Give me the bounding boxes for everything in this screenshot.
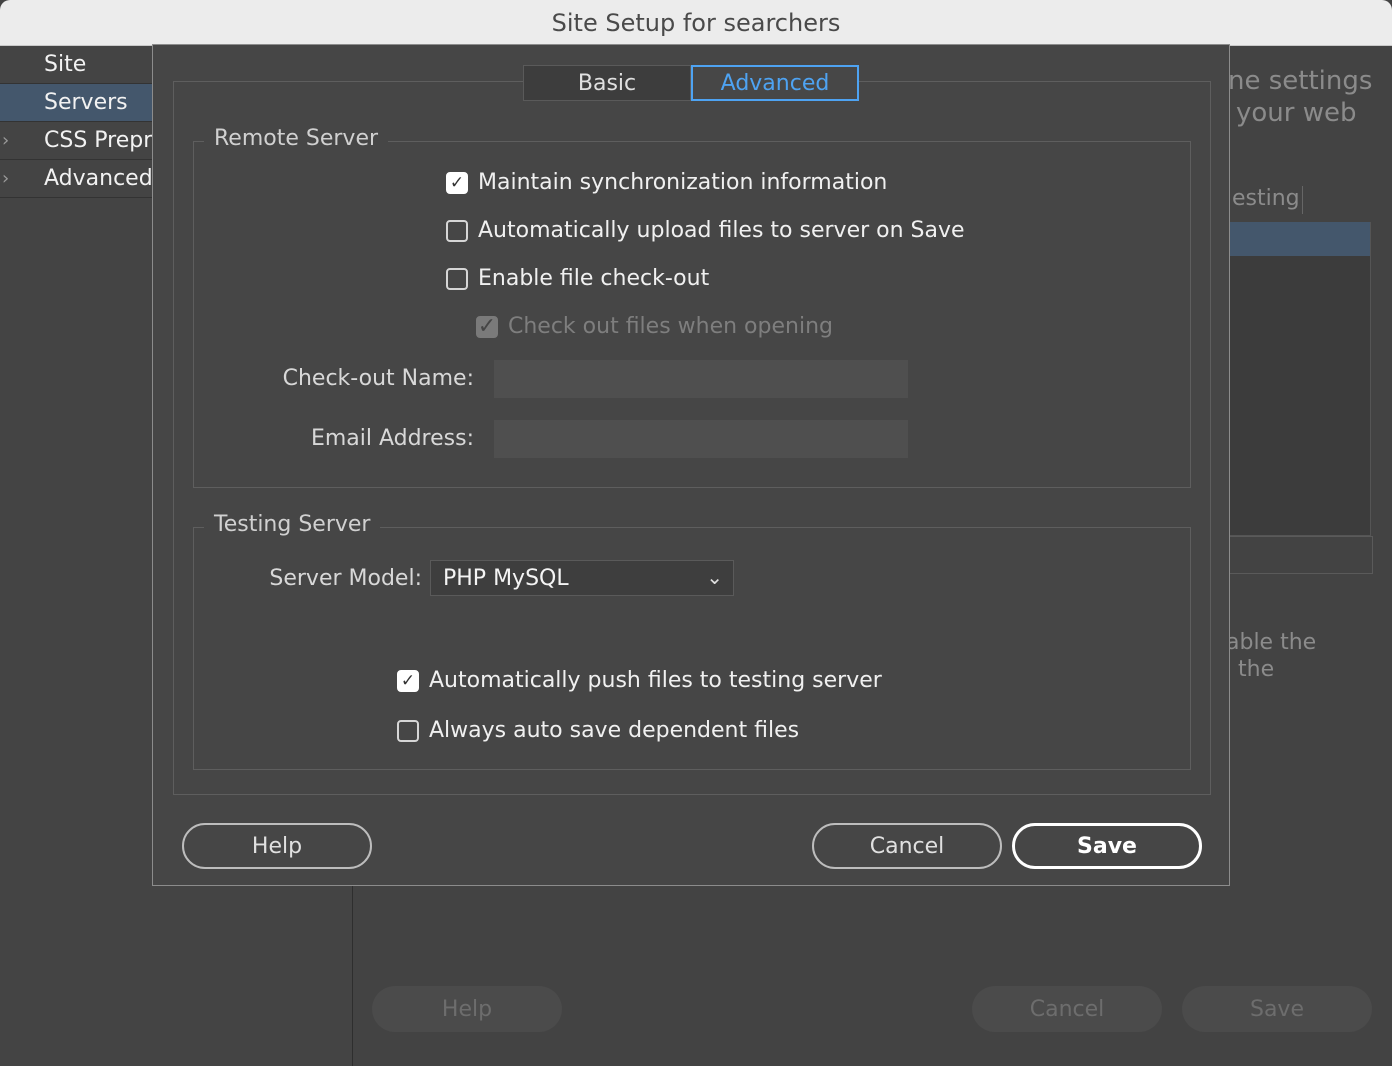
auto-upload-label: Automatically upload files to server on …	[478, 218, 965, 243]
background-tab-testing[interactable]: esting	[1232, 186, 1300, 211]
save-button[interactable]: Save	[1012, 823, 1202, 869]
auto-upload-checkbox[interactable]	[446, 219, 468, 242]
maintain-sync-checkbox[interactable]: ✓	[446, 171, 468, 194]
auto-save-dependent-checkbox-row[interactable]: Always auto save dependent files	[397, 718, 799, 743]
remote-server-legend: Remote Server	[204, 126, 389, 151]
tab-basic[interactable]: Basic	[523, 65, 691, 101]
background-server-list-selected[interactable]	[1230, 222, 1370, 256]
email-address-label: Email Address:	[310, 426, 474, 451]
chevron-right-icon[interactable]: ›	[2, 168, 9, 189]
auto-push-label: Automatically push files to testing serv…	[429, 668, 882, 693]
enable-checkout-checkbox-row[interactable]: Enable file check-out	[446, 266, 709, 291]
help-button[interactable]: Help	[182, 823, 372, 869]
background-desc-line2: the	[1238, 657, 1275, 682]
background-heading-line2: your web	[1236, 98, 1357, 128]
cancel-button[interactable]: Cancel	[812, 823, 1002, 869]
sidebar-item-label: CSS Preprc	[44, 128, 164, 153]
tab-advanced[interactable]: Advanced	[691, 65, 859, 101]
background-save-button[interactable]: Save	[1182, 986, 1372, 1032]
testing-server-group: Testing Server Server Model: PHP MySQL ⌄…	[193, 512, 1191, 770]
background-server-list	[1230, 222, 1371, 536]
background-help-button[interactable]: Help	[372, 986, 562, 1032]
server-model-value: PHP MySQL	[443, 565, 569, 591]
chevron-right-icon[interactable]: ›	[2, 130, 9, 151]
auto-upload-checkbox-row[interactable]: Automatically upload files to server on …	[446, 218, 965, 243]
check-icon: ✓	[477, 314, 497, 339]
email-address-input[interactable]	[494, 420, 908, 458]
server-model-label: Server Model:	[269, 566, 422, 591]
maintain-sync-label: Maintain synchronization information	[478, 170, 888, 195]
sidebar-item-label: Servers	[44, 90, 128, 115]
enable-checkout-label: Enable file check-out	[478, 266, 710, 291]
background-cancel-button[interactable]: Cancel	[972, 986, 1162, 1032]
window-title: Site Setup for searchers	[0, 0, 1392, 46]
testing-server-legend: Testing Server	[204, 512, 381, 537]
checkout-when-opening-label: Check out files when opening	[508, 314, 833, 339]
server-model-select[interactable]: PHP MySQL ⌄	[430, 560, 734, 596]
checkout-name-label: Check-out Name:	[282, 366, 474, 391]
check-icon: ✓	[400, 670, 416, 691]
background-input	[1230, 536, 1373, 574]
maintain-sync-checkbox-row[interactable]: ✓ Maintain synchronization information	[446, 170, 887, 195]
background-tab-divider	[1302, 186, 1303, 214]
checkout-name-input[interactable]	[494, 360, 908, 398]
auto-push-checkbox[interactable]: ✓	[397, 669, 419, 692]
background-desc-line1: able the	[1226, 630, 1317, 655]
checkout-when-opening-checkbox: ✓	[476, 314, 498, 339]
checkout-when-opening-checkbox-row: ✓ Check out files when opening	[476, 314, 833, 339]
background-heading-line1: ne settings	[1228, 66, 1373, 96]
advanced-server-settings-dialog: Basic Advanced Remote Server ✓ Maintain …	[152, 44, 1230, 886]
auto-push-checkbox-row[interactable]: ✓ Automatically push files to testing se…	[397, 668, 882, 693]
sidebar-item-label: Site	[44, 52, 87, 77]
chevron-down-icon: ⌄	[706, 565, 723, 589]
auto-save-dependent-checkbox[interactable]	[397, 719, 419, 742]
tab-bar: Basic Advanced	[523, 65, 859, 101]
enable-checkout-checkbox[interactable]	[446, 267, 468, 290]
sidebar-item-label: Advanced	[44, 166, 153, 191]
check-icon: ✓	[449, 172, 465, 193]
auto-save-dependent-label: Always auto save dependent files	[429, 718, 800, 743]
remote-server-group: Remote Server ✓ Maintain synchronization…	[193, 126, 1191, 488]
